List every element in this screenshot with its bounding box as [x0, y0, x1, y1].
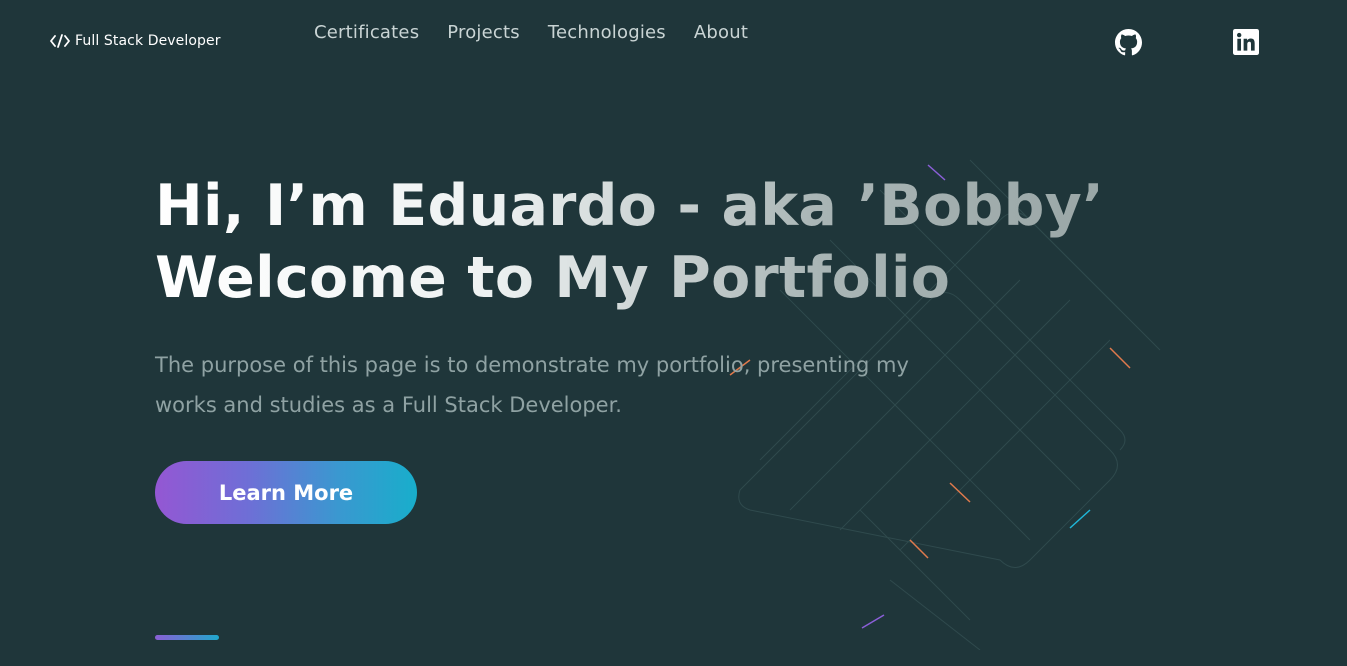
- site-logo[interactable]: Full Stack Developer: [50, 33, 221, 49]
- nav-link-projects[interactable]: Projects: [447, 22, 520, 43]
- learn-more-button[interactable]: Learn More: [155, 461, 417, 524]
- logo-text: Full Stack Developer: [75, 33, 221, 49]
- hero-description: The purpose of this page is to demonstra…: [155, 353, 909, 417]
- headline-line-2: Welcome to My Portfolio: [155, 245, 951, 311]
- hero-headline: Hi, I’m Eduardo - aka ’Bobby’ Welcome to…: [155, 170, 1104, 314]
- github-icon: [1114, 28, 1142, 55]
- github-link[interactable]: [1114, 28, 1142, 56]
- nav-link-technologies[interactable]: Technologies: [548, 22, 666, 43]
- headline-line-1: Hi, I’m Eduardo - aka ’Bobby’: [155, 173, 1105, 239]
- main-nav: Certificates Projects Technologies About: [314, 22, 776, 43]
- code-brackets-icon: [50, 33, 70, 49]
- portfolio-page: Full Stack Developer Certificates Projec…: [0, 0, 1347, 666]
- scroll-indicator: [155, 635, 219, 640]
- nav-link-certificates[interactable]: Certificates: [314, 22, 419, 43]
- linkedin-icon: [1233, 29, 1259, 55]
- nav-link-about[interactable]: About: [694, 22, 748, 43]
- linkedin-link[interactable]: [1232, 28, 1260, 56]
